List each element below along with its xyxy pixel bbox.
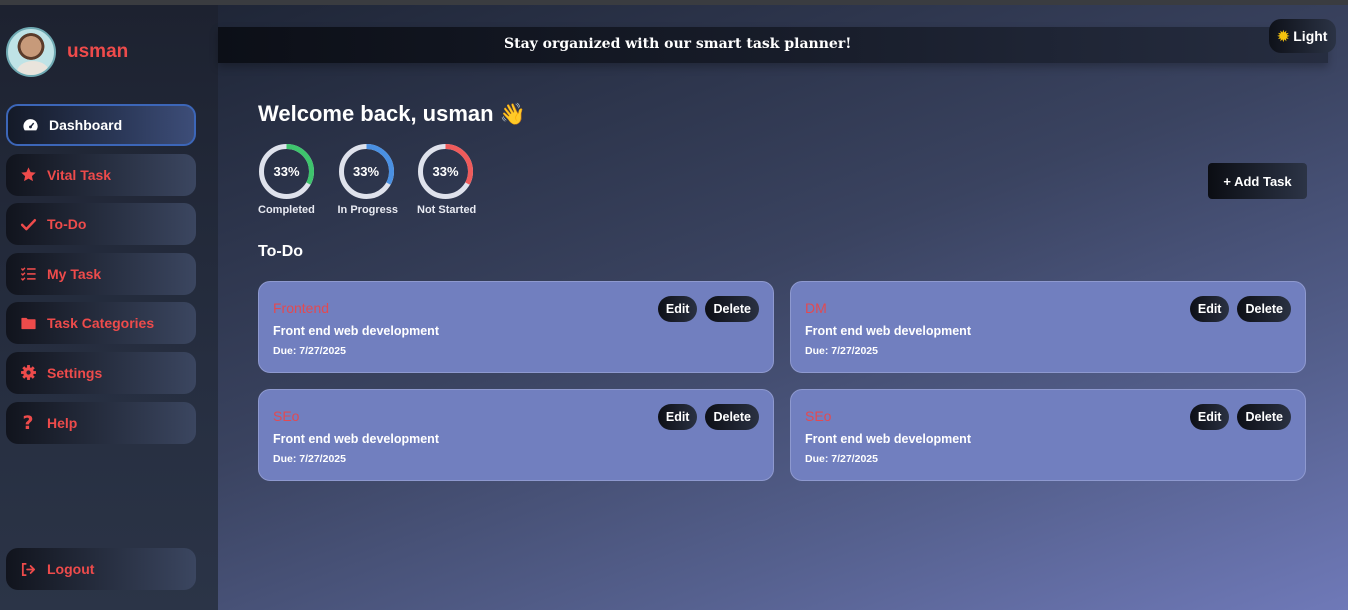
sidebar-item-label: Dashboard [49,117,123,133]
task-actions: Edit Delete [650,296,759,322]
delete-button[interactable]: Delete [1237,404,1291,430]
task-due-date: Due: 7/27/2025 [805,345,878,357]
edit-button[interactable]: Edit [1189,404,1230,430]
task-due-date: Due: 7/27/2025 [273,453,346,465]
edit-button[interactable]: Edit [657,404,698,430]
stat-label: Completed [258,204,315,216]
logout-icon [19,560,37,578]
page-title: Welcome back, usman 👋 [258,101,526,127]
sidebar-item-label: Help [47,414,78,431]
task-card: DM Front end web development Due: 7/27/2… [790,281,1306,373]
theme-toggle-button[interactable]: ✹ Light [1269,19,1336,53]
sidebar-item-todo[interactable]: To-Do [6,203,196,246]
sidebar-item-label: My Task [47,265,102,282]
delete-button[interactable]: Delete [705,296,759,322]
sun-icon: ✹ [1277,27,1290,44]
sidebar-item-help[interactable]: ? Help [6,401,196,444]
header-banner: Stay organized with our smart task plann… [218,27,1328,63]
list-check-icon [19,265,37,283]
delete-button[interactable]: Delete [705,404,759,430]
progress-ring: 33% [338,143,395,200]
stat-not-started: 33% Not Started [417,143,497,216]
task-actions: Edit Delete [1182,404,1291,430]
sidebar-item-label: Vital Task [47,166,112,183]
sidebar-item-dashboard[interactable]: Dashboard [6,104,196,146]
section-title: To-Do [258,243,304,260]
sidebar-item-label: Task Categories [47,315,155,332]
delete-button[interactable]: Delete [1237,296,1291,322]
question-icon: ? [22,411,34,434]
main-content: Stay organized with our smart task plann… [218,5,1348,610]
banner-text: Stay organized with our smart task plann… [504,36,852,52]
progress-ring: 33% [417,143,474,200]
sidebar: usman Dashboard Vital Task To-Do My Task [0,5,218,610]
welcome-text: Welcome back, usman [258,101,494,126]
stat-in-progress: 33% In Progress [338,143,418,216]
stat-label: Not Started [417,204,477,216]
task-due-date: Due: 7/27/2025 [273,345,346,357]
gear-icon [19,364,37,382]
task-description: Front end web development [805,432,971,446]
task-actions: Edit Delete [1182,296,1291,322]
task-title: SEo [273,408,300,424]
progress-ring: 33% [258,143,315,200]
task-title: SEo [805,408,832,424]
stat-completed: 33% Completed [258,143,338,216]
task-stats: 33% Completed 33% In Progress 33% Not St… [258,143,497,216]
task-title: DM [805,300,827,316]
task-due-date: Due: 7/27/2025 [805,453,878,465]
logout-label: Logout [47,561,95,577]
stat-value: 33% [432,164,459,179]
stat-value: 33% [273,164,300,179]
task-card: Frontend Front end web development Due: … [258,281,774,373]
task-card: SEo Front end web development Due: 7/27/… [258,389,774,481]
task-description: Front end web development [273,432,439,446]
dashboard-icon [21,116,39,134]
task-title: Frontend [273,300,330,316]
task-description: Front end web development [805,324,971,338]
sidebar-item-label: To-Do [47,216,87,233]
avatar [6,27,56,77]
theme-toggle-label: Light [1293,28,1328,44]
sidebar-item-my-task[interactable]: My Task [6,252,196,295]
user-profile: usman [6,27,128,77]
sidebar-item-label: Settings [47,364,103,381]
logout-button[interactable]: Logout [6,548,196,590]
star-icon [19,166,37,184]
edit-button[interactable]: Edit [1189,296,1230,322]
check-icon [19,215,37,233]
folder-icon [19,314,37,332]
stat-label: In Progress [337,204,399,216]
sidebar-item-task-categories[interactable]: Task Categories [6,302,196,345]
wave-emoji: 👋 [499,103,526,126]
task-card: SEo Front end web development Due: 7/27/… [790,389,1306,481]
task-actions: Edit Delete [650,404,759,430]
stat-value: 33% [352,164,380,179]
sidebar-nav: Dashboard Vital Task To-Do My Task Task … [6,104,196,451]
username: usman [67,41,129,62]
sidebar-item-settings[interactable]: Settings [6,351,196,394]
task-description: Front end web development [273,324,439,338]
add-task-button[interactable]: + Add Task [1208,163,1307,199]
edit-button[interactable]: Edit [657,296,698,322]
sidebar-item-vital-task[interactable]: Vital Task [6,153,196,196]
